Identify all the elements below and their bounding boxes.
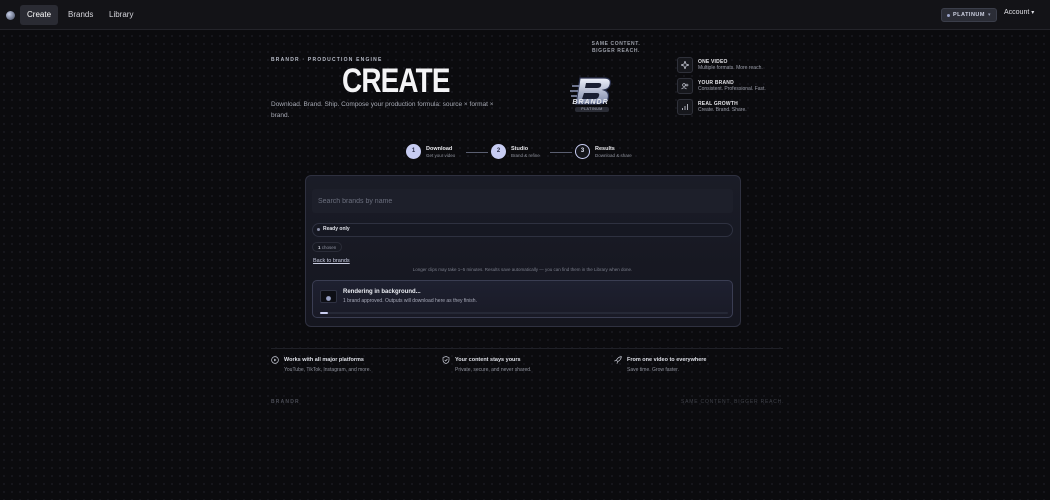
brand-wordmark: BRANDR [572,99,609,106]
step-label: Download [426,146,453,152]
step-connector [466,152,488,153]
render-time-note: Longer clips may take 1–5 minutes. Resul… [412,267,633,272]
plan-badge-dropdown[interactable]: PLATINUM ▾ [941,8,997,22]
feature-your-brand: YOUR BRAND Consistent. Professional. Fas… [677,78,797,96]
filter-label: Ready only [323,226,350,232]
hero-subtitle: Download. Brand. Ship. Compose your prod… [271,101,494,119]
bottom-feature-desc: Save time. Grow faster. [627,367,679,373]
step-sub: Download & share [595,153,632,158]
render-progress-fill [320,312,328,314]
feature-desc: Consistent. Professional. Fast. [698,86,766,92]
brand-tier-label: PLATINUM [575,107,609,112]
plan-badge-label: PLATINUM [952,12,985,18]
nav-create[interactable]: Create [20,5,59,25]
page-title: CREATE [342,62,450,100]
shield-check-icon [442,356,450,364]
chosen-count: 1 [318,245,321,250]
tagline-line-2: BIGGER REACH. [591,48,641,54]
step-connector [550,152,572,153]
account-label: Account [1004,9,1030,16]
feature-real-growth: REAL GROWTH Create. Brand. Share. [677,99,797,117]
feature-desc: Multiple formats. More reach. [698,65,763,71]
nav-library[interactable]: Library [102,5,140,25]
filter-bar [312,223,733,237]
nav-brands[interactable]: Brands [61,5,100,25]
top-nav-bar: Create Brands Library PLATINUM ▾ Account… [0,0,1050,30]
step-number: 3 [575,144,590,159]
footer-brand: BRANDR [271,399,300,405]
bottom-feature-desc: YouTube, TikTok, Instagram, and more. [284,367,371,373]
play-circle-icon [271,356,279,364]
chosen-label: chosen [321,245,337,250]
footer-tagline: SAME CONTENT. BIGGER REACH. [681,399,785,405]
step-number: 1 [406,144,421,159]
step-sub: Brand & refine [511,153,540,158]
chevron-down-icon: ▾ [1031,10,1035,16]
chosen-count-badge: 1 chosen [312,242,343,252]
feature-desc: Create. Brand. Share. [698,107,747,113]
step-sub: Get your video [426,153,456,158]
account-menu[interactable]: Account ▾ [1004,9,1034,16]
status-dot-icon [317,227,320,231]
tagline-line-1: SAME CONTENT. [591,41,641,47]
bar-chart-icon [677,99,693,115]
render-title: Rendering in background... [343,289,421,295]
render-progress-track [320,312,728,314]
bottom-feature-desc: Private, secure, and never shared. [455,367,532,373]
video-thumbnail [320,290,337,303]
ready-only-filter[interactable]: Ready only [317,226,350,232]
back-to-brands-link[interactable]: Back to brands [313,258,350,264]
bottom-feature-title: Your content stays yours [455,357,521,363]
step-number: 2 [491,144,506,159]
bottom-feature-title: From one video to everywhere [627,357,707,363]
section-divider [271,348,783,349]
users-icon [677,78,693,94]
rocket-icon [614,356,622,364]
bottom-feature-title: Works with all major platforms [284,357,364,363]
render-subtitle: 1 brand approved. Outputs will download … [343,298,477,304]
chevron-down-icon: ▾ [988,12,992,18]
plan-dot-icon [946,13,950,17]
feature-one-video: ONE VIDEO Multiple formats. More reach. [677,57,797,75]
brandr-logo-icon[interactable] [6,11,15,20]
sparkle-icon [677,57,693,73]
brand-search-input[interactable] [312,189,733,213]
step-label: Studio [511,146,529,152]
step-label: Results [595,146,615,152]
hero-tagline: SAME CONTENT. BIGGER REACH. [586,41,646,55]
